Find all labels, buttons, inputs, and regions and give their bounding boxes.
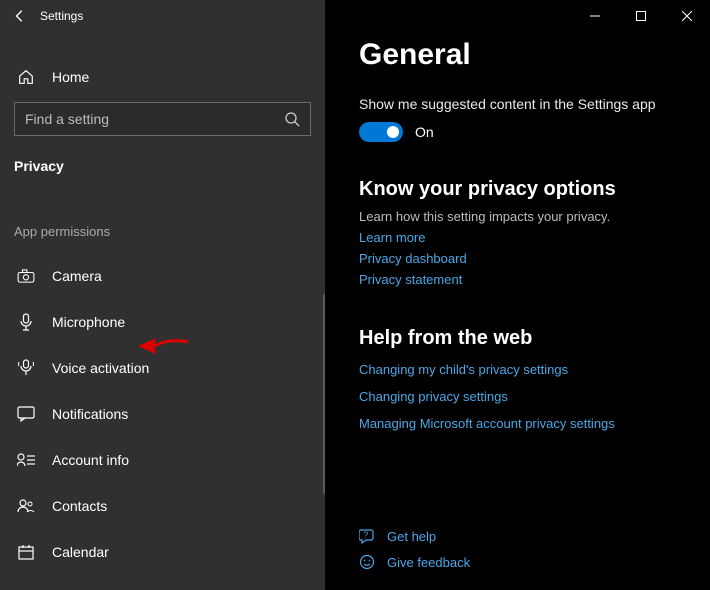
contacts-icon — [14, 499, 38, 513]
sidebar-item-label: Microphone — [52, 314, 125, 330]
titlebar: Settings — [0, 0, 325, 32]
account-icon — [14, 453, 38, 467]
sidebar-item-camera[interactable]: Camera — [0, 253, 325, 299]
sidebar-item-voice-activation[interactable]: Voice activation — [0, 345, 325, 391]
help-heading: Help from the web — [359, 327, 676, 350]
toggle-knob — [387, 126, 399, 138]
privacy-options-heading: Know your privacy options — [359, 178, 676, 201]
home-icon — [14, 68, 38, 86]
link-learn-more[interactable]: Learn more — [359, 230, 676, 245]
sidebar-item-microphone[interactable]: Microphone — [0, 299, 325, 345]
window-title: Settings — [40, 9, 83, 23]
sidebar: Settings Home Privacy App permissions Ca… — [0, 0, 325, 590]
search-input[interactable] — [25, 111, 284, 127]
link-changing-privacy[interactable]: Changing privacy settings — [359, 389, 676, 404]
give-feedback-link[interactable]: Give feedback — [359, 554, 470, 570]
voice-icon — [14, 359, 38, 377]
footer-links: ? Get help Give feedback — [359, 528, 470, 570]
toggle-row: On — [359, 122, 676, 142]
camera-icon — [14, 269, 38, 283]
setting-caption: Show me suggested content in the Setting… — [359, 96, 676, 112]
home-nav[interactable]: Home — [0, 54, 325, 92]
microphone-icon — [14, 313, 38, 331]
sidebar-item-label: Calendar — [52, 544, 109, 560]
sidebar-item-notifications[interactable]: Notifications — [0, 391, 325, 437]
search-icon — [284, 111, 300, 127]
sidebar-item-label: Camera — [52, 268, 102, 284]
link-privacy-statement[interactable]: Privacy statement — [359, 272, 676, 287]
settings-window: Settings Home Privacy App permissions Ca… — [0, 0, 710, 590]
svg-text:?: ? — [364, 531, 369, 540]
sidebar-item-label: Account info — [52, 452, 129, 468]
arrow-left-icon — [13, 9, 27, 23]
link-privacy-dashboard[interactable]: Privacy dashboard — [359, 251, 676, 266]
sidebar-item-label: Contacts — [52, 498, 107, 514]
page-title: General — [359, 38, 676, 72]
toggle-switch[interactable] — [359, 122, 403, 142]
search-box[interactable] — [14, 102, 311, 136]
link-child-privacy[interactable]: Changing my child's privacy settings — [359, 362, 676, 377]
calendar-icon — [14, 544, 38, 560]
back-button[interactable] — [0, 0, 40, 32]
privacy-options-desc: Learn how this setting impacts your priv… — [359, 209, 676, 224]
toggle-state-label: On — [415, 124, 434, 140]
feedback-icon — [359, 554, 375, 570]
section-label: App permissions — [0, 180, 325, 247]
sidebar-item-contacts[interactable]: Contacts — [0, 483, 325, 529]
home-label: Home — [52, 69, 89, 85]
help-icon: ? — [359, 528, 375, 544]
sidebar-item-calendar[interactable]: Calendar — [0, 529, 325, 575]
sidebar-item-label: Voice activation — [52, 360, 149, 376]
main-panel: General Show me suggested content in the… — [325, 0, 710, 590]
sidebar-item-label: Notifications — [52, 406, 128, 422]
get-help-label: Get help — [387, 529, 436, 544]
get-help-link[interactable]: ? Get help — [359, 528, 470, 544]
link-ms-account-privacy[interactable]: Managing Microsoft account privacy setti… — [359, 416, 676, 431]
search-row — [0, 92, 325, 136]
sidebar-item-account-info[interactable]: Account info — [0, 437, 325, 483]
category-heading: Privacy — [0, 136, 325, 180]
notifications-icon — [14, 406, 38, 422]
main-content: General Show me suggested content in the… — [325, 0, 710, 590]
nav-list: Camera Microphone Voice activation Notif… — [0, 253, 325, 575]
give-feedback-label: Give feedback — [387, 555, 470, 570]
